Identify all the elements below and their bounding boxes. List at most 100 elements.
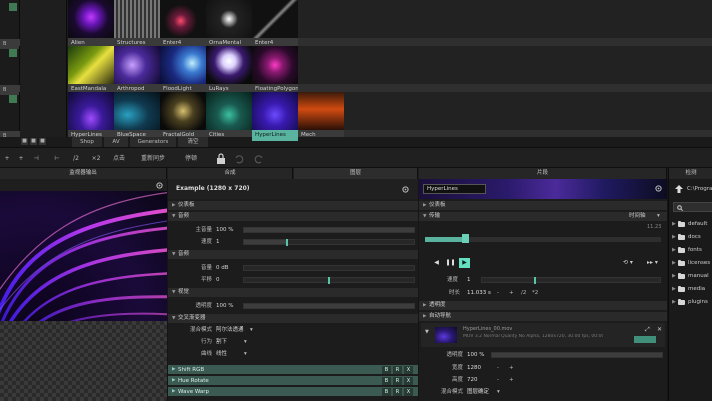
chevron-down-icon[interactable]: ▾ <box>244 349 247 359</box>
height-plus-button[interactable]: + <box>509 375 514 385</box>
clip-slot[interactable]: Arthropod <box>114 46 160 95</box>
duration-double-button[interactable]: *2 <box>532 288 538 298</box>
expand-icon[interactable]: ⤢ <box>645 326 650 334</box>
empty-clip-slot[interactable] <box>666 46 712 95</box>
empty-clip-slot[interactable] <box>390 46 436 95</box>
clip-prop-blend-mode[interactable]: 混合模式 图层确定 ▾ <box>419 387 667 397</box>
clip-slot[interactable]: FloodLight <box>160 46 206 95</box>
slider[interactable] <box>243 227 415 233</box>
slider[interactable] <box>243 303 415 309</box>
clip-slot[interactable]: FractalGold <box>160 92 206 141</box>
clip-name-field[interactable]: HyperLines <box>423 184 486 194</box>
folder-item[interactable]: ▶ manual <box>669 270 712 282</box>
dropdown-value[interactable]: 线性 <box>216 349 227 359</box>
chevron-right-icon[interactable]: ▶ <box>672 270 676 282</box>
bypass-button[interactable]: B <box>382 377 391 385</box>
dropdown-behaviour[interactable]: 行为 割下 ▾ <box>168 337 418 347</box>
effect-wave-warp[interactable]: ▶ Wave Warp B R X <box>168 387 418 397</box>
pause-button[interactable]: 停顿 <box>181 153 201 164</box>
chevron-down-icon[interactable]: ▼ <box>425 329 429 335</box>
clip-slot[interactable]: Alien <box>68 0 114 49</box>
empty-clip-slot[interactable] <box>528 46 574 95</box>
deck-tab-shop[interactable]: Shop <box>72 137 102 147</box>
remove-button[interactable]: X <box>404 377 413 385</box>
height-minus-button[interactable]: - <box>497 375 499 385</box>
slider[interactable] <box>243 277 415 284</box>
chevron-down-icon[interactable]: ▾ <box>244 337 247 347</box>
clip-section-dashboard[interactable]: ▶ 仪表板 <box>419 201 667 210</box>
dropdown-value[interactable]: 图层确定 <box>467 387 489 397</box>
empty-clip-slot[interactable] <box>436 46 482 95</box>
param-value[interactable]: 1 <box>216 237 220 247</box>
section-visual[interactable]: ▼ 视觉 <box>168 288 418 297</box>
layer-clear-slot[interactable] <box>20 0 67 49</box>
chevron-right-icon[interactable]: ▶ <box>672 296 676 308</box>
empty-clip-slot[interactable] <box>344 92 390 141</box>
clip-section-transport[interactable]: ▼ 传输 时间轴 ▾ <box>419 212 667 221</box>
param-value[interactable]: 720 <box>467 375 478 385</box>
empty-clip-slot[interactable] <box>482 46 528 95</box>
dropdown-curve[interactable]: 曲线 线性 ▾ <box>168 349 418 359</box>
param-value[interactable]: 0 dB <box>216 263 229 273</box>
folder-item[interactable]: ▶ plugins <box>669 296 712 308</box>
half-speed-button[interactable]: /2 <box>69 153 83 164</box>
layer-clear-slot[interactable] <box>20 92 67 141</box>
chevron-right-icon[interactable]: ▶ <box>672 283 676 295</box>
clip-section-autopilot[interactable]: ▶ 自动导航 <box>419 312 667 321</box>
empty-clip-slot[interactable] <box>436 92 482 141</box>
tap-button[interactable]: 点击 <box>109 153 129 164</box>
lock-icon[interactable] <box>216 153 226 164</box>
clip-slot[interactable]: Cities <box>206 92 252 141</box>
slider[interactable] <box>243 239 415 246</box>
pause-button[interactable]: ❚❚ <box>445 258 456 268</box>
empty-clip-slot[interactable] <box>620 0 666 49</box>
layer-clear-slot[interactable] <box>20 46 67 95</box>
reset-button[interactable]: R <box>393 388 402 396</box>
snap-left-icon[interactable]: ⊣ <box>31 153 41 164</box>
duration-half-button[interactable]: /2 <box>521 288 526 298</box>
browser-path[interactable]: C:\Program <box>687 184 712 194</box>
undo-icon[interactable] <box>234 153 244 164</box>
reset-button[interactable]: R <box>393 377 402 385</box>
empty-clip-slot[interactable] <box>298 0 344 49</box>
param-value[interactable]: 100 % <box>216 301 233 311</box>
layer-header[interactable]: B <box>0 92 20 141</box>
empty-clip-slot[interactable] <box>482 92 528 141</box>
empty-clip-slot[interactable] <box>390 0 436 49</box>
tab-layer[interactable]: 图层 <box>294 168 418 179</box>
close-icon[interactable]: ✕ <box>657 326 662 333</box>
tab-composition[interactable]: 合成 <box>168 168 293 179</box>
section-audio[interactable]: ▼ 音频 <box>168 212 418 221</box>
section-crossfader[interactable]: ▼ 交叉渐变器 <box>168 314 418 323</box>
chevron-down-icon[interactable]: ▾ <box>657 212 660 221</box>
chevron-right-icon[interactable]: ▶ <box>672 218 676 230</box>
deck-control-2[interactable]: ■ <box>30 138 37 145</box>
clip-slot[interactable]: Enter4 <box>160 0 206 49</box>
deck-tab-av[interactable]: AV <box>104 137 128 147</box>
dropdown-blend-mode[interactable]: 混合模式 阿尔法透通 ▾ <box>168 325 418 335</box>
snap-right-icon[interactable]: ⊢ <box>52 153 62 164</box>
browser-search-input[interactable] <box>673 202 712 212</box>
clip-timeline[interactable] <box>425 237 661 242</box>
dropdown-value[interactable]: 割下 <box>216 337 227 347</box>
redo-icon[interactable] <box>254 153 264 164</box>
section-audio-2[interactable]: ▼ 音频 <box>168 250 418 259</box>
empty-clip-slot[interactable] <box>666 0 712 49</box>
reset-button[interactable]: R <box>393 366 402 374</box>
width-minus-button[interactable]: - <box>497 363 499 373</box>
clip-slot[interactable]: HyperLines <box>68 92 114 141</box>
empty-clip-slot[interactable] <box>574 92 620 141</box>
remove-button[interactable]: X <box>404 388 413 396</box>
empty-clip-slot[interactable] <box>574 46 620 95</box>
playhead[interactable] <box>461 234 469 243</box>
gear-icon[interactable] <box>156 182 163 189</box>
slider[interactable] <box>243 265 415 271</box>
layer-toggle[interactable] <box>9 49 17 57</box>
remove-button[interactable]: X <box>404 366 413 374</box>
browser-tab[interactable]: 检测 <box>669 168 712 179</box>
slider[interactable] <box>491 352 663 358</box>
play-button[interactable]: ▶ <box>459 258 470 268</box>
transport-mode[interactable]: 时间轴 <box>629 212 646 221</box>
empty-clip-slot[interactable] <box>390 92 436 141</box>
empty-clip-slot[interactable] <box>574 0 620 49</box>
